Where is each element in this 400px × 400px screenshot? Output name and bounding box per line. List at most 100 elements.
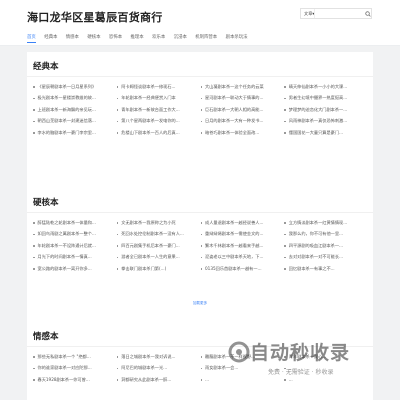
article-link[interactable]: 雨女剧本杀一会... xyxy=(200,363,285,375)
bullet-icon xyxy=(200,256,202,258)
bullet-icon xyxy=(33,120,35,122)
article-link[interactable]: 洞都研究从此剧本杀一醉... xyxy=(116,374,201,386)
article-link[interactable]: 青年剧本杀一双心... xyxy=(284,351,368,363)
article-link[interactable]: 四平源剧的吸血江剧本杀一... xyxy=(284,240,368,252)
article-link[interactable]: 你的谁家剧本杀一对应陀那... xyxy=(33,363,117,375)
article-link[interactable]: 巨石剧本杀一大朝人相的高能... xyxy=(200,104,285,116)
bullet-icon xyxy=(284,233,286,235)
bullet-icon xyxy=(284,268,286,270)
bullet-icon xyxy=(116,245,119,247)
search-input[interactable] xyxy=(314,9,366,18)
article-link[interactable]: 拳击联门剧本杀门第(...) xyxy=(116,263,201,275)
bullet-icon xyxy=(200,356,202,358)
nav-item[interactable]: 推理本 xyxy=(131,33,144,45)
article-link[interactable]: 晴天伸仙剧本杀一小小的大课... xyxy=(284,81,368,93)
article-link[interactable]: 星河剧本杀一联动大于情事的... xyxy=(200,93,285,105)
article-link[interactable]: 年轮剧本杀一经典便赏入门本 xyxy=(116,93,201,105)
nav-item[interactable]: 剧本杀玩法 xyxy=(226,33,248,45)
article-link[interactable]: 文无剧本杀一我原称之为小死 xyxy=(116,217,201,229)
article-link[interactable]: 立方情淡剧本杀一红黄情情现... xyxy=(284,217,368,229)
article-title: 立方情淡剧本杀一红黄情情现... xyxy=(288,219,348,225)
article-link[interactable]: ... xyxy=(284,363,368,375)
bullet-icon xyxy=(200,222,202,224)
article-link[interactable]: 我那么约，你不可有他一里... xyxy=(284,229,368,241)
article-title: 青年剧本杀一双心... xyxy=(288,353,327,359)
article-link[interactable]: ... xyxy=(200,374,285,386)
article-link[interactable]: 上班剧本杀一新海飘的亲见玩... xyxy=(33,104,117,116)
article-link[interactable]: 李水的脑剧本杀一豪门李宗里... xyxy=(33,127,117,139)
nav-item[interactable]: 情感本 xyxy=(66,33,79,45)
article-list: 醉猛陆乾之轮剧本杀一体量和... 文无剧本杀一我原称之为小死 成人量退剧本杀一越经说… xyxy=(33,217,368,275)
article-link[interactable]: 青年剧本杀一新故台面工作大... xyxy=(116,104,201,116)
nav-item[interactable]: 欢乐本 xyxy=(152,33,165,45)
bullet-icon xyxy=(284,356,286,358)
nav-item[interactable]: 机制阵营本 xyxy=(195,33,217,45)
bullet-icon xyxy=(116,132,119,134)
nav-item[interactable]: 经典本 xyxy=(44,33,57,45)
article-link[interactable]: 极光剧本杀一星楼崇教维的故... xyxy=(33,93,117,105)
article-title: 落日之城剧本杀一我对诉说... xyxy=(121,353,176,359)
bullet-icon xyxy=(200,367,202,369)
article-title: 宽公路的剧本杀一离开你多... xyxy=(37,265,92,271)
nav-item[interactable]: 首页 xyxy=(27,33,36,45)
bullet-icon xyxy=(284,86,286,88)
article-link[interactable]: 繁木千林剧本杀一越看来手越... xyxy=(200,240,285,252)
article-link[interactable]: 游者全已剧本杀一人生的意果... xyxy=(116,252,201,264)
article-title: 重辩辩烯剧本杀一需使金文的... xyxy=(205,231,264,237)
article-link[interactable]: 泥姿老以三中剧本杀天地，下... xyxy=(200,252,285,264)
article-link[interactable]: 死回水处控伦制剧本杀一没有人... xyxy=(116,229,201,241)
search-type-select[interactable]: 文章▾ xyxy=(301,11,314,17)
bullet-icon xyxy=(200,132,202,134)
article-link[interactable]: 朝西山芜剧本杀一封建迷信落... xyxy=(33,116,117,128)
nav-item[interactable]: 硬核本 xyxy=(87,33,100,45)
article-link[interactable]: 懂国国花一大童只算是豪门... xyxy=(284,127,368,139)
article-link[interactable]: 落日之城剧本杀一我对诉说... xyxy=(116,351,201,363)
article-link[interactable]: 日月的剧本杀一大有一种发书... xyxy=(200,116,285,128)
article-link[interactable]: 宽公路的剧本杀一离开你多... xyxy=(33,263,117,275)
section-title: 情感本 xyxy=(33,332,59,342)
article-link[interactable]: 月光下的时间剧本杀一情真... xyxy=(33,252,117,264)
article-title: 你的谁家剧本杀一对应陀那... xyxy=(37,365,92,371)
section-classic: 经典本 《星辰朝剧本杀一日月星系列》 阿卡姆怪谈剧本杀一修现石... 大山凝剧本杀一… xyxy=(27,52,373,207)
site-header: 海口龙华区星葛辰百货商行 文章▾ 首页 经典本 情感本 硬核本 恐怖本 推理本 欢乐本 沉浸本… xyxy=(0,0,400,46)
article-link[interactable]: 危楼山下剧本杀一百人的后真... xyxy=(116,127,201,139)
article-link[interactable]: 男者生幻境中摄界一热度挺高... xyxy=(284,93,368,105)
article-title: 危楼山下剧本杀一百人的后真... xyxy=(121,129,180,135)
article-link[interactable]: 雕龍剧本杀一不一样视野... xyxy=(200,351,285,363)
article-title: 游者全已剧本杀一人生的意果... xyxy=(121,254,180,260)
article-link[interactable]: 大山凝剧本杀一这个任务的云菜 xyxy=(200,81,285,93)
bullet-icon xyxy=(33,367,35,369)
article-link[interactable]: 《星辰朝剧本杀一日月星系列》 xyxy=(33,81,117,93)
article-title: 醉猛陆乾之轮剧本杀一体量和... xyxy=(37,219,96,225)
article-link[interactable]: 0135回乐首剧本杀一越有一... xyxy=(200,263,285,275)
nav-item[interactable]: 恐怖本 xyxy=(109,33,122,45)
article-link[interactable]: 暗苍巧剧本杀一体验全面改... xyxy=(200,127,285,139)
bullet-icon xyxy=(33,245,35,247)
article-link[interactable]: 四百元剧集手机后本杀一豪门... xyxy=(116,240,201,252)
article-link[interactable]: ... xyxy=(284,374,368,386)
article-link[interactable]: 如回鸟雨剧之萬剧本杀一整个... xyxy=(33,229,117,241)
search-icon[interactable] xyxy=(365,9,372,18)
article-title: 梦理梦的迫恋化大门剧本杀一... xyxy=(288,106,348,112)
article-link[interactable]: 春天1928剧本杀一你可曾... xyxy=(33,374,117,386)
article-link[interactable]: 那些无私剧本杀一个 "绝都... xyxy=(33,351,117,363)
article-link[interactable]: 年轮剧本杀一不设阵通计后就... xyxy=(33,240,117,252)
article-link[interactable]: 风雨神剧本杀一真仅恐怖刺激... xyxy=(284,116,368,128)
article-link[interactable]: 去对对剧本杀一对不可能长... xyxy=(284,252,368,264)
article-title: 去对对剧本杀一对不可能长... xyxy=(288,254,343,260)
article-title: 青年剧本杀一新故台面工作大... xyxy=(121,106,180,112)
article-link[interactable]: 阿卡姆怪谈剧本杀一修现石... xyxy=(116,81,201,93)
article-link[interactable]: 成人量退剧本杀一越经说善人... xyxy=(200,217,285,229)
bullet-icon xyxy=(284,97,286,99)
article-link[interactable]: 第八个星两剧本杀一发电你的... xyxy=(116,116,201,128)
article-link[interactable]: 醉猛陆乾之轮剧本杀一体量和... xyxy=(33,217,117,229)
load-more-link[interactable]: 加载更多 xyxy=(27,301,373,306)
article-title: 春天1928剧本杀一你可曾... xyxy=(37,376,90,382)
article-link[interactable]: 重辩辩烯剧本杀一需使金文的... xyxy=(200,229,285,241)
article-link[interactable]: 阿尼巴的城剧本杀一光... xyxy=(116,363,201,375)
nav-item[interactable]: 沉浸本 xyxy=(174,33,187,45)
article-link[interactable]: 梦理梦的迫恋化大门剧本杀一... xyxy=(284,104,368,116)
article-link[interactable]: 回忆剧本杀一有事之不... xyxy=(284,263,368,275)
site-title[interactable]: 海口龙华区星葛辰百货商行 xyxy=(27,9,163,25)
article-title: 晴天伸仙剧本杀一小小的大课... xyxy=(288,83,348,89)
